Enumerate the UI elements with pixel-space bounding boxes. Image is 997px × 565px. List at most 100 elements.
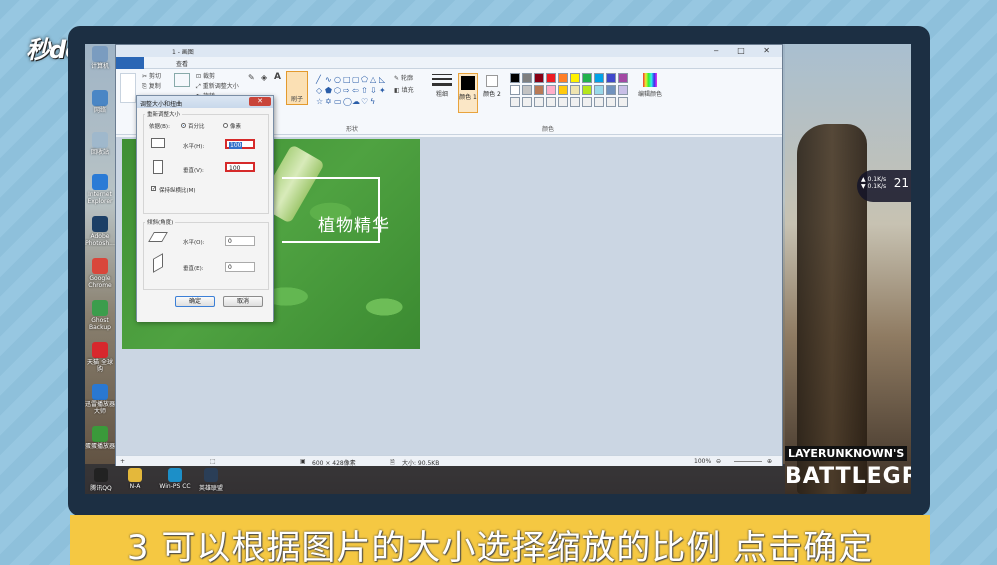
color-swatch[interactable] [522, 73, 532, 83]
paste-button[interactable] [120, 73, 136, 103]
zoom-in-button[interactable]: ⊕ [767, 458, 772, 465]
color-swatch[interactable] [558, 73, 568, 83]
color2-button[interactable]: 颜色 2 [482, 73, 502, 113]
outline-dropdown[interactable]: ✎ 轮廓 [394, 73, 413, 82]
horizontal-input[interactable]: 100 [225, 139, 255, 149]
oval-shape-icon[interactable]: ○ [334, 75, 343, 86]
color-swatch[interactable] [510, 97, 520, 107]
color-swatch[interactable] [534, 85, 544, 95]
percent-radio[interactable] [181, 123, 186, 128]
color-swatch[interactable] [582, 85, 592, 95]
triangle-shape-icon[interactable]: △ [370, 75, 379, 86]
resize-button[interactable]: ⤢ 重新调整大小 [196, 81, 239, 91]
dialog-titlebar[interactable]: 调整大小和扭曲 ✕ [137, 96, 273, 108]
cancel-button[interactable]: 取消 [223, 296, 263, 307]
color-swatch[interactable] [618, 73, 628, 83]
star6-shape-icon[interactable]: ✡ [325, 97, 334, 108]
skew-v-input[interactable]: 0 [225, 262, 255, 272]
cloud-shape-icon[interactable]: ☁ [352, 97, 361, 108]
star4-shape-icon[interactable]: ✦ [379, 86, 388, 97]
desktop-icon-network[interactable]: 网络 [85, 90, 115, 114]
line-shape-icon[interactable]: ╱ [316, 75, 325, 86]
window-buttons[interactable]: ‒ □ ✕ [714, 46, 778, 55]
arrow-left-shape-icon[interactable]: ⇦ [352, 86, 361, 97]
arrow-down-shape-icon[interactable]: ⇩ [370, 86, 379, 97]
desktop-icon-tmall[interactable]: 天猫 全球购 [85, 342, 115, 373]
keep-ratio-checkbox[interactable]: ✓ [151, 186, 156, 192]
tab-view[interactable]: 查看 [176, 59, 188, 68]
pentagon-shape-icon[interactable]: ⬟ [325, 86, 334, 97]
color-swatch[interactable] [582, 97, 592, 107]
arrow-right-shape-icon[interactable]: ⇨ [343, 86, 352, 97]
zoom-slider[interactable] [734, 461, 762, 462]
fill-dropdown[interactable]: ◧ 填充 [394, 85, 414, 94]
lightning-shape-icon[interactable]: ϟ [370, 97, 379, 108]
desktop-icon-ie[interactable]: Internet Explorer [85, 174, 115, 205]
paint-titlebar[interactable]: 1 - 画图 ‒ □ ✕ [116, 45, 782, 57]
skew-h-input[interactable]: 0 [225, 236, 255, 246]
network-speed-widget[interactable]: ▲ 0.1K/s ▼ 0.1K/s 21 [857, 170, 911, 202]
select-button[interactable] [174, 73, 190, 87]
taskbar-item-ps[interactable]: Win-PS CC [155, 468, 195, 490]
vertical-input[interactable]: 100 [225, 162, 255, 172]
text-tool[interactable]: A [274, 72, 281, 82]
color-swatch[interactable] [558, 85, 568, 95]
star5-shape-icon[interactable]: ☆ [316, 97, 325, 108]
color-swatch[interactable] [570, 73, 580, 83]
color-swatch[interactable] [510, 73, 520, 83]
shapes-gallery[interactable]: ╱ ∿ ○ □ ▢ ⬠ △ ◺ ◇ ⬟ ⬡ ⇨ ⇦ ⇧ ⇩ ✦ ☆ ✡ ▭ ◯ ☁ ♡ ϟ [316, 75, 388, 111]
roundrect-shape-icon[interactable]: ▢ [352, 75, 361, 86]
pixels-radio[interactable] [223, 123, 228, 128]
hexagon-shape-icon[interactable]: ⬡ [334, 86, 343, 97]
rect-shape-icon[interactable]: □ [343, 75, 352, 86]
copy-button[interactable]: ⎘ 复制 [142, 81, 161, 91]
color-swatch[interactable] [606, 97, 616, 107]
desktop-icon-recycle-bin[interactable]: 回收站 [85, 132, 115, 156]
color-swatch[interactable] [594, 97, 604, 107]
ok-button[interactable]: 确定 [175, 296, 215, 307]
color-swatch[interactable] [618, 97, 628, 107]
diamond-shape-icon[interactable]: ◇ [316, 86, 325, 97]
brush-button[interactable]: 刷子 [286, 71, 308, 105]
crop-button[interactable]: ⊡ 裁剪 [196, 71, 215, 80]
color-swatch[interactable] [618, 85, 628, 95]
color-swatch[interactable] [534, 97, 544, 107]
pencil-tool[interactable]: ✎ [248, 73, 255, 82]
heart-shape-icon[interactable]: ♡ [361, 97, 370, 108]
color-swatch[interactable] [606, 85, 616, 95]
color-swatch[interactable] [546, 73, 556, 83]
color-swatch[interactable] [582, 73, 592, 83]
color-swatch[interactable] [522, 85, 532, 95]
file-tab[interactable] [116, 57, 144, 69]
size-button[interactable]: 粗细 [432, 71, 452, 98]
fill-tool[interactable]: ◈ [261, 73, 267, 82]
color-swatch[interactable] [594, 73, 604, 83]
right-triangle-shape-icon[interactable]: ◺ [379, 75, 388, 86]
desktop-icon-computer[interactable]: 计算机 [85, 46, 115, 70]
desktop-icon-photoshop[interactable]: Adobe Photosh... [85, 216, 115, 247]
color-swatch[interactable] [606, 73, 616, 83]
arrow-up-shape-icon[interactable]: ⇧ [361, 86, 370, 97]
taskbar-item-folder[interactable]: N-A [115, 468, 155, 490]
color-swatch[interactable] [570, 97, 580, 107]
color-swatch[interactable] [522, 97, 532, 107]
desktop-icon-player[interactable]: 迅雷播放器大师 [85, 384, 115, 415]
curve-shape-icon[interactable]: ∿ [325, 75, 334, 86]
zoom-out-button[interactable]: ⊖ [716, 458, 721, 465]
callout-rect-shape-icon[interactable]: ▭ [334, 97, 343, 108]
taskbar-item-lol[interactable]: 英雄联盟 [191, 468, 231, 492]
color-swatch[interactable] [510, 85, 520, 95]
polygon-shape-icon[interactable]: ⬠ [361, 75, 370, 86]
desktop-icon-chrome[interactable]: Google Chrome [85, 258, 115, 289]
desktop-icon-video[interactable]: 蛋蛋播放器 [85, 426, 115, 450]
color-swatch[interactable] [594, 85, 604, 95]
color1-button[interactable]: 颜色 1 [458, 73, 478, 113]
color-swatch[interactable] [546, 85, 556, 95]
color-swatch[interactable] [558, 97, 568, 107]
dialog-close-button[interactable]: ✕ [249, 97, 271, 106]
callout-oval-shape-icon[interactable]: ◯ [343, 97, 352, 108]
color-swatch[interactable] [546, 97, 556, 107]
color-swatch[interactable] [534, 73, 544, 83]
color-swatch[interactable] [570, 85, 580, 95]
cut-button[interactable]: ✂ 剪切 [142, 71, 161, 80]
